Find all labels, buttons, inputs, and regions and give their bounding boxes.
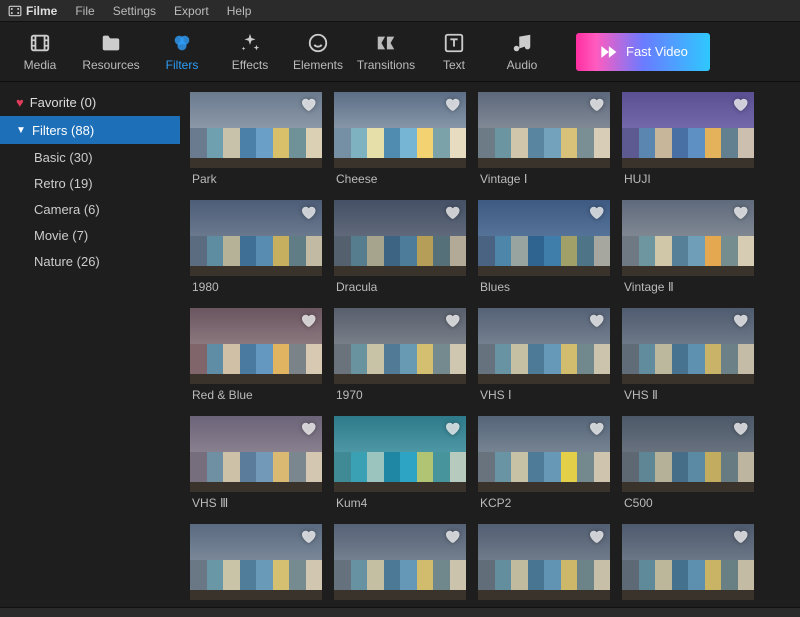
filter-card[interactable]: VHS Ⅲ	[190, 416, 322, 516]
filter-label: 1980	[190, 276, 322, 300]
favorite-icon[interactable]	[587, 95, 605, 118]
filter-label: VHS Ⅰ	[478, 384, 610, 408]
sidebar: ♥ Favorite (0) ▼ Filters (88) Basic (30)…	[0, 82, 180, 607]
menu-help[interactable]: Help	[227, 4, 252, 18]
tool-text[interactable]: Text	[420, 22, 488, 82]
music-icon	[511, 32, 533, 54]
filter-card[interactable]: Vintage Ⅱ	[622, 200, 754, 300]
filter-label: Vintage Ⅱ	[622, 276, 754, 300]
filter-label: Vintage Ⅰ	[478, 168, 610, 192]
tool-filters[interactable]: Filters	[148, 22, 216, 82]
favorite-icon[interactable]	[299, 203, 317, 226]
filter-card[interactable]	[334, 524, 466, 607]
filter-label	[622, 600, 754, 607]
filter-label: VHS Ⅲ	[190, 492, 322, 516]
tool-audio[interactable]: Audio	[488, 22, 556, 82]
menu-settings[interactable]: Settings	[113, 4, 156, 18]
favorite-icon[interactable]	[299, 311, 317, 334]
filter-card[interactable]: Park	[190, 92, 322, 192]
filter-card[interactable]	[478, 524, 610, 607]
favorite-icon[interactable]	[731, 311, 749, 334]
favorite-icon[interactable]	[731, 527, 749, 550]
filter-card[interactable]	[622, 524, 754, 607]
sidebar-category-movie[interactable]: Movie (7)	[0, 222, 180, 248]
favorite-icon[interactable]	[731, 95, 749, 118]
filter-card[interactable]: VHS Ⅰ	[478, 308, 610, 408]
filter-label: KCP2	[478, 492, 610, 516]
tool-elements[interactable]: Elements	[284, 22, 352, 82]
filter-label: Cheese	[334, 168, 466, 192]
filters-icon	[171, 32, 193, 54]
fast-video-button[interactable]: Fast Video	[576, 33, 710, 71]
filter-card[interactable]: KCP2	[478, 416, 610, 516]
filter-card[interactable]: Kum4	[334, 416, 466, 516]
filter-card[interactable]: 1980	[190, 200, 322, 300]
favorite-icon[interactable]	[731, 419, 749, 442]
favorite-icon[interactable]	[731, 203, 749, 226]
filter-card[interactable]: Blues	[478, 200, 610, 300]
favorite-icon[interactable]	[443, 203, 461, 226]
fast-forward-icon	[598, 42, 618, 62]
filter-label: 1970	[334, 384, 466, 408]
favorite-icon[interactable]	[299, 419, 317, 442]
transition-icon	[375, 32, 397, 54]
favorite-icon[interactable]	[587, 311, 605, 334]
filter-grid[interactable]: Park Cheese Vintage Ⅰ HUJI 1980 Dracula Blues V…	[180, 82, 800, 607]
filter-card[interactable]: Red & Blue	[190, 308, 322, 408]
favorite-icon[interactable]	[443, 527, 461, 550]
sidebar-category-basic[interactable]: Basic (30)	[0, 144, 180, 170]
filter-label: Kum4	[334, 492, 466, 516]
folder-icon	[100, 32, 122, 54]
sidebar-filters[interactable]: ▼ Filters (88)	[0, 116, 180, 144]
tool-effects[interactable]: Effects	[216, 22, 284, 82]
filter-card[interactable]: VHS Ⅱ	[622, 308, 754, 408]
smile-icon	[307, 32, 329, 54]
favorite-icon[interactable]	[443, 95, 461, 118]
tool-media[interactable]: Media	[6, 22, 74, 82]
sidebar-category-nature[interactable]: Nature (26)	[0, 248, 180, 274]
sidebar-category-camera[interactable]: Camera (6)	[0, 196, 180, 222]
filter-card[interactable]: Cheese	[334, 92, 466, 192]
menu-file[interactable]: File	[75, 4, 94, 18]
sidebar-favorite[interactable]: ♥ Favorite (0)	[0, 88, 180, 116]
filter-card[interactable]: HUJI	[622, 92, 754, 192]
tool-resources[interactable]: Resources	[74, 22, 148, 82]
sparkle-icon	[239, 32, 261, 54]
favorite-icon[interactable]	[299, 95, 317, 118]
film-icon	[29, 32, 51, 54]
filter-card[interactable]: C500	[622, 416, 754, 516]
titlebar: Filme File Settings Export Help	[0, 0, 800, 22]
filter-label: Blues	[478, 276, 610, 300]
favorite-icon[interactable]	[443, 311, 461, 334]
favorite-icon[interactable]	[587, 527, 605, 550]
sidebar-category-retro[interactable]: Retro (19)	[0, 170, 180, 196]
filter-label	[478, 600, 610, 607]
menu-export[interactable]: Export	[174, 4, 209, 18]
filter-card[interactable]: 1970	[334, 308, 466, 408]
filter-label: Dracula	[334, 276, 466, 300]
favorite-icon[interactable]	[587, 203, 605, 226]
filter-label	[334, 600, 466, 607]
favorite-icon[interactable]	[443, 419, 461, 442]
text-icon	[443, 32, 465, 54]
heart-icon: ♥	[16, 95, 24, 110]
favorite-icon[interactable]	[587, 419, 605, 442]
filter-label: HUJI	[622, 168, 754, 192]
filter-card[interactable]	[190, 524, 322, 607]
filter-label: C500	[622, 492, 754, 516]
filter-label: Park	[190, 168, 322, 192]
app-logo: Filme	[8, 4, 57, 18]
filter-label: Red & Blue	[190, 384, 322, 408]
bottombar	[0, 607, 800, 617]
filter-card[interactable]: Dracula	[334, 200, 466, 300]
tool-transitions[interactable]: Transitions	[352, 22, 420, 82]
filter-label: VHS Ⅱ	[622, 384, 754, 408]
toolbar: Media Resources Filters Effects Elements…	[0, 22, 800, 82]
filter-label	[190, 600, 322, 607]
app-name: Filme	[26, 4, 57, 18]
filter-card[interactable]: Vintage Ⅰ	[478, 92, 610, 192]
favorite-icon[interactable]	[299, 527, 317, 550]
caret-down-icon: ▼	[16, 125, 26, 136]
